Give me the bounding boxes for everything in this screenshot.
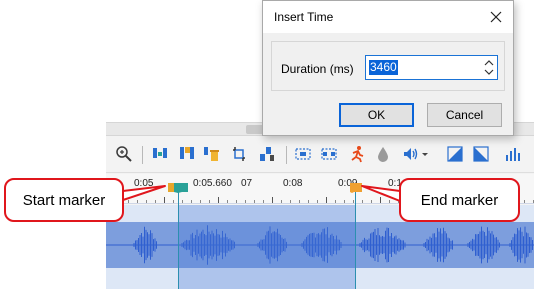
fade-out-icon[interactable] [472,145,490,163]
ruler-tick [326,197,327,203]
spectrum-icon[interactable] [504,145,522,163]
spin-down-icon[interactable] [484,68,494,77]
paste-icon[interactable] [178,145,196,163]
ruler-tick [200,200,201,203]
ruler-tick [353,200,354,203]
run-icon[interactable] [348,145,366,163]
end-marker-line[interactable] [355,192,356,289]
start-marker-callout: Start marker [4,178,124,222]
end-marker-callout: End marker [399,178,520,222]
dialog-title: Insert Time [274,10,334,24]
ruler-label-cursor-time: 0:05.660 [193,178,232,189]
ruler-label: 0:05 [134,178,154,189]
ruler-tick [146,200,147,203]
toolbar-separator [286,146,287,164]
duration-value[interactable]: 3460 [369,60,398,75]
duration-group: Duration (ms) 3460 [271,41,505,91]
spin-up-icon[interactable] [484,58,494,67]
ruler-tick [164,197,165,203]
ruler-label: 07 [241,178,253,189]
crop-icon[interactable] [230,145,248,163]
ruler-tick [362,200,363,203]
fade-in-icon[interactable] [446,145,464,163]
insert-silence-icon[interactable] [151,145,169,163]
ruler-tick [254,200,255,203]
ruler-tick [137,200,138,203]
ruler-tick [380,197,381,203]
ruler-tick [371,200,372,203]
ruler-tick [308,200,309,203]
ruler-tick [272,197,273,203]
duration-input[interactable]: 3460 [365,55,498,80]
ruler-tick [524,200,525,203]
dialog-titlebar[interactable]: Insert Time [263,1,513,33]
editor-toolbar [106,137,534,173]
end-marker-handle[interactable] [350,183,364,193]
ruler-tick [344,200,345,203]
ruler-tick [128,200,129,203]
volume-dropdown-icon[interactable] [420,145,430,163]
ruler-tick [389,200,390,203]
ruler-tick [299,200,300,203]
ok-button-label: OK [367,108,386,122]
ruler-tick [182,200,183,203]
ruler-tick [218,197,219,203]
select-range-2-icon[interactable] [320,145,338,163]
ruler-tick [290,200,291,203]
ruler-label: 0:08 [283,178,303,189]
ruler-tick [236,200,237,203]
delete-icon[interactable] [202,145,220,163]
insert-time-dialog: Insert Time Duration (ms) 3460 OK Cancel [262,0,514,136]
ruler-tick [245,200,246,203]
close-icon[interactable] [487,8,505,26]
ruler-tick [191,200,192,203]
split-icon[interactable] [258,145,276,163]
toolbar-separator [142,146,143,164]
end-marker-callout-text: End marker [420,191,499,209]
time-selection[interactable] [179,205,355,289]
drop-icon[interactable] [374,145,392,163]
ruler-tick [317,200,318,203]
start-marker-line[interactable] [178,192,179,289]
ruler-tick [173,200,174,203]
zoom-icon[interactable] [115,145,133,163]
ruler-tick [281,200,282,203]
start-marker-callout-text: Start marker [22,191,106,209]
ruler-tick [263,200,264,203]
start-marker-handle[interactable] [168,183,188,193]
ruler-tick [209,200,210,203]
ruler-tick [335,200,336,203]
ruler-tick [155,200,156,203]
cancel-button[interactable]: Cancel [427,103,502,127]
select-range-icon[interactable] [294,145,312,163]
ok-button[interactable]: OK [339,103,414,127]
cancel-button-label: Cancel [445,108,484,122]
duration-label: Duration (ms) [281,62,354,76]
ruler-tick [227,200,228,203]
volume-icon[interactable] [402,145,420,163]
